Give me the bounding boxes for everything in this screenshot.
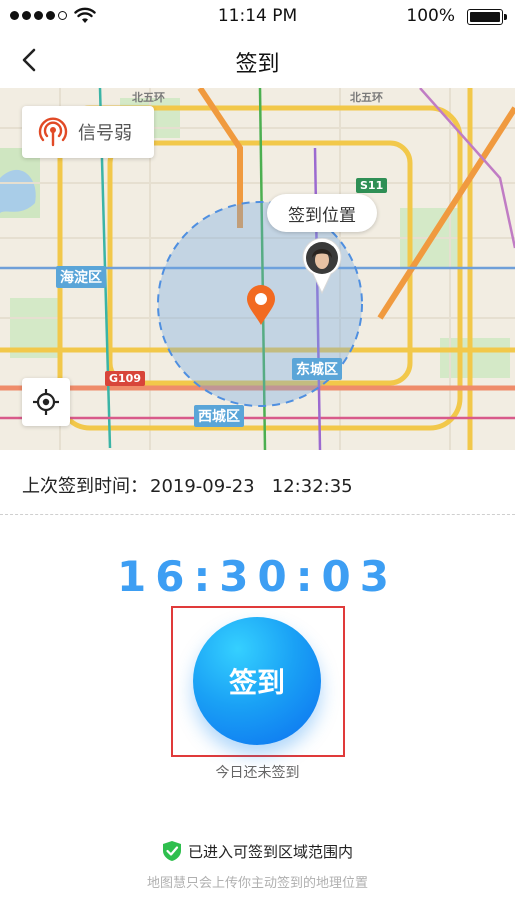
nav-bar: 签到 bbox=[0, 34, 515, 88]
zone-status-text: 已进入可签到区域范围内 bbox=[187, 842, 353, 861]
signal-broadcast-icon bbox=[38, 117, 68, 147]
signal-status-text: 信号弱 bbox=[78, 123, 132, 144]
district-label: 西城区 bbox=[194, 405, 244, 427]
checkin-button[interactable]: 签到 bbox=[193, 617, 321, 745]
user-avatar-pin bbox=[302, 238, 342, 294]
current-time-display: 16:30:03 bbox=[117, 552, 398, 601]
checkin-card: 上次签到时间： 2019-09-23 12:32:35 16:30:03 签到 今… bbox=[0, 450, 515, 917]
current-location-pin-icon bbox=[247, 285, 275, 325]
road-badge: S11 bbox=[356, 178, 388, 193]
privacy-note: 地图慧只会上传你主动签到的地理位置 bbox=[146, 876, 368, 891]
divider bbox=[0, 514, 515, 515]
ring-road-label: 北五环 bbox=[350, 91, 383, 104]
page-title: 签到 bbox=[235, 52, 280, 77]
crosshair-icon bbox=[33, 389, 59, 415]
shield-check-icon bbox=[162, 841, 181, 861]
zone-status: 已进入可签到区域范围内 bbox=[0, 840, 515, 862]
checkin-location-bubble: 签到位置 bbox=[267, 194, 377, 232]
last-checkin-value: 2019-09-23 12:32:35 bbox=[150, 476, 353, 497]
district-label: 东城区 bbox=[292, 358, 342, 380]
last-checkin-row: 上次签到时间： 2019-09-23 12:32:35 bbox=[22, 472, 353, 498]
map-view[interactable]: 海淀区 东城区 西城区 S11 G109 北五环 北五环 信号弱 签到位置 bbox=[0, 88, 515, 450]
checkin-status-text: 今日还未签到 bbox=[215, 765, 300, 781]
signal-strength-chip: 信号弱 bbox=[22, 106, 154, 158]
ring-road-label: 北五环 bbox=[132, 91, 165, 104]
battery-percent: 100% bbox=[406, 6, 455, 26]
status-bar: 11:14 PM 100% bbox=[0, 0, 515, 34]
road-badge: G109 bbox=[105, 371, 145, 386]
battery-icon bbox=[467, 9, 507, 25]
locate-me-button[interactable] bbox=[22, 378, 70, 426]
last-checkin-label: 上次签到时间： bbox=[22, 476, 148, 497]
district-label: 海淀区 bbox=[56, 266, 106, 288]
